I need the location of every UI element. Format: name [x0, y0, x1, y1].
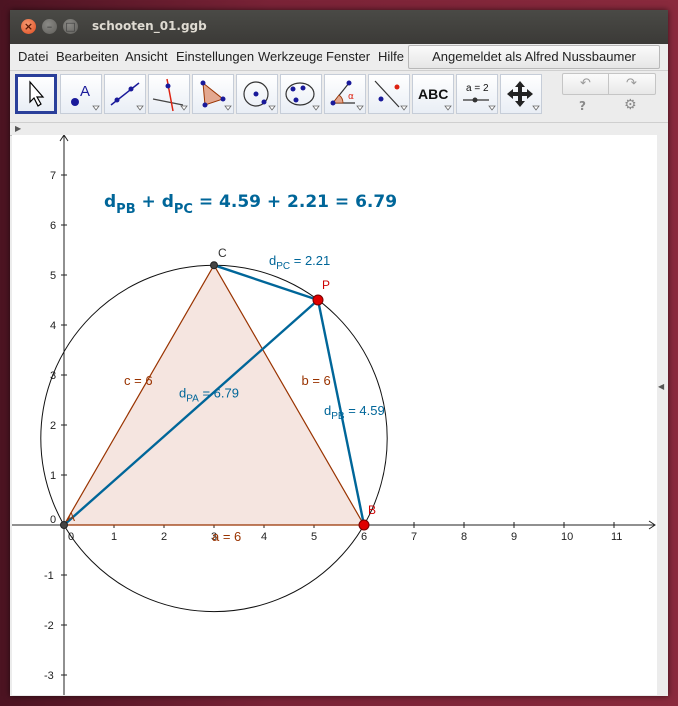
right-panel-strip: ◀ [657, 135, 668, 695]
perpendicular-icon [152, 78, 188, 112]
arrow-icon [29, 80, 45, 107]
menu-view[interactable]: Ansicht [125, 49, 173, 64]
text-icon: ABC [418, 86, 452, 111]
perpendicular-tool-button[interactable] [148, 74, 190, 114]
conic-tool-button[interactable] [280, 74, 322, 114]
undo-button[interactable]: ↶ [563, 74, 609, 94]
geogebra-window: × – □ schooten_01.ggb Datei Bearbeiten A… [10, 10, 668, 696]
segment-a-label: a = 6 [212, 529, 241, 544]
slider-tool-button[interactable]: a = 2 [456, 74, 498, 114]
point-tool-button[interactable]: A [60, 74, 102, 114]
menu-options[interactable]: Einstellungen [176, 49, 256, 64]
y-tick-label: -1 [44, 570, 54, 582]
point-b-label: B [368, 503, 376, 517]
close-window-button[interactable]: × [21, 19, 36, 34]
collapse-panel-arrow-icon[interactable]: ◀ [658, 382, 664, 391]
y-tick-label: 5 [50, 270, 56, 282]
x-tick-label: 1 [111, 531, 117, 543]
svg-text:A: A [80, 83, 90, 100]
polygon-icon [200, 80, 232, 111]
svg-text:α: α [348, 92, 354, 102]
line-tool-button[interactable] [104, 74, 146, 114]
window-title: schooten_01.ggb [92, 19, 207, 33]
circle-tool-button[interactable] [236, 74, 278, 114]
toolbar: A α ABC a = 2 ↶ ↷ ? ⚙ [10, 71, 668, 122]
y-tick-label: 6 [50, 220, 56, 232]
redo-button[interactable]: ↷ [609, 74, 654, 94]
graphics-canvas[interactable]: 0 1 2 3 4 5 6 7 8 9 10 11 -3-2-101234567 A B C P a … [12, 135, 657, 695]
y-tick-label: 7 [50, 170, 56, 182]
algebra-view-strip: ▶ [10, 122, 668, 136]
x-tick-label: 4 [261, 531, 267, 543]
x-tick-label: 5 [311, 531, 317, 543]
segment-b-label: b = 6 [302, 373, 331, 388]
reflect-icon [374, 80, 408, 111]
x-tick-label: 9 [511, 531, 517, 543]
y-tick-label: 0 [50, 514, 56, 526]
segment-c-label: c = 6 [124, 373, 153, 388]
x-tick-label: 8 [461, 531, 467, 543]
svg-text:ABC: ABC [418, 86, 448, 102]
minimize-window-button[interactable]: – [42, 19, 57, 34]
slider-icon: a = 2 [463, 83, 496, 111]
y-tick-label: -2 [44, 620, 54, 632]
distance-pb-label: dPB = 4.59 [324, 403, 385, 422]
point-c-label: C [218, 246, 227, 260]
y-tick-label: 4 [50, 320, 56, 332]
move-view-icon [507, 81, 540, 111]
point-icon: A [71, 83, 100, 111]
svg-text:a = 2: a = 2 [466, 83, 489, 94]
x-tick-label: 7 [411, 531, 417, 543]
menu-tools[interactable]: Werkzeuge [258, 49, 322, 64]
move-view-tool-button[interactable] [500, 74, 542, 114]
move-tool-button[interactable] [15, 74, 57, 114]
menu-window[interactable]: Fenster [326, 49, 374, 64]
menu-bar: Datei Bearbeiten Ansicht Einstellungen W… [10, 44, 668, 71]
menu-help[interactable]: Hilfe [378, 49, 406, 64]
maximize-window-button[interactable]: □ [63, 19, 78, 34]
point-p[interactable] [312, 294, 324, 306]
gear-icon[interactable]: ⚙ [624, 97, 637, 113]
distance-sum-text[interactable]: dPB + dPC = 4.59 + 2.21 = 6.79 [104, 192, 397, 217]
line-icon [110, 82, 144, 111]
angle-tool-button[interactable]: α [324, 74, 366, 114]
reflect-tool-button[interactable] [368, 74, 410, 114]
x-tick-label: 11 [611, 531, 622, 543]
title-bar: × – □ schooten_01.ggb [10, 10, 668, 44]
distance-pc-label: dPC = 2.21 [269, 253, 330, 272]
circle-icon [243, 81, 276, 111]
text-tool-button[interactable]: ABC [412, 74, 454, 114]
point-b[interactable] [358, 519, 370, 531]
menu-file[interactable]: Datei [18, 49, 54, 64]
undo-redo-group: ↶ ↷ [562, 73, 656, 95]
graphics-view[interactable]: 0 1 2 3 4 5 6 7 8 9 10 11 -3 -2 -1 0 1 2 3 4 5 6 7 A B C P a … [12, 135, 657, 695]
x-tick-label: 10 [561, 531, 573, 543]
help-icon[interactable]: ? [579, 99, 586, 113]
y-tick-label: 2 [50, 420, 56, 432]
menu-edit[interactable]: Bearbeiten [56, 49, 122, 64]
ellipse-icon [285, 82, 320, 111]
angle-icon: α [330, 80, 364, 111]
login-button[interactable]: Angemeldet als Alfred Nussbaumer [408, 45, 660, 69]
x-tick-label: 6 [361, 531, 367, 543]
expand-algebra-arrow-icon[interactable]: ▶ [15, 124, 21, 133]
point-p-label: P [322, 278, 330, 292]
point-c[interactable] [210, 261, 218, 270]
y-tick-label: 1 [50, 470, 56, 482]
point-a-label: A [67, 510, 75, 524]
y-tick-label: -3 [44, 670, 54, 682]
x-tick-label: 2 [161, 531, 167, 543]
polygon-tool-button[interactable] [192, 74, 234, 114]
